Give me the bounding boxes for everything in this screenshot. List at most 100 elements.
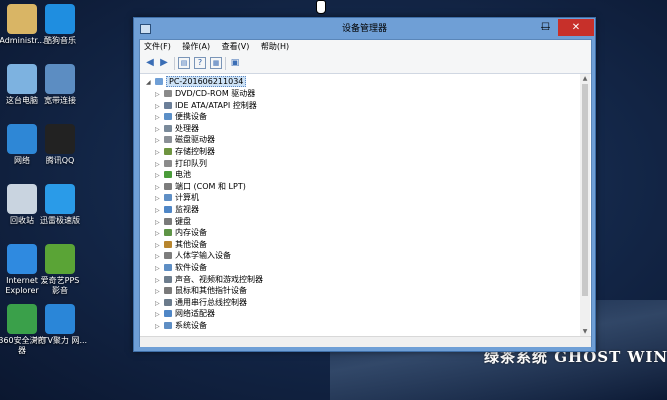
tree-node-label: 便携设备: [175, 112, 207, 122]
menu-help[interactable]: 帮助(H): [261, 42, 289, 51]
expand-arrow-icon[interactable]: ▷: [155, 321, 164, 332]
desktop-icon-thunder[interactable]: 迅雷极速版: [32, 184, 88, 226]
expand-arrow-icon[interactable]: ▷: [155, 89, 164, 100]
computer-icon: [164, 194, 172, 202]
tree-node-label: 电池: [175, 170, 191, 180]
menu-view[interactable]: 查看(V): [222, 42, 250, 51]
tree-node[interactable]: ▷ 磁盘驱动器: [155, 134, 215, 145]
desktop-icon-label: PPTV聚力 网...: [32, 336, 88, 345]
tree-node[interactable]: ▷ 系统设备: [155, 320, 207, 331]
tree-node-label: 内存设备: [175, 228, 207, 238]
tree-node[interactable]: ▷ 端口 (COM 和 LPT): [155, 181, 246, 192]
expand-arrow-icon[interactable]: ▷: [155, 182, 164, 193]
tree-node[interactable]: ▷ 存储控制器: [155, 146, 215, 157]
expand-arrow-icon[interactable]: ▷: [155, 124, 164, 135]
tree-node[interactable]: ▷ 声音、视频和游戏控制器: [155, 274, 263, 285]
desktop-icon-pptv[interactable]: PPTV聚力 网...: [32, 304, 88, 346]
window-client-area: 文件(F) 操作(A) 查看(V) 帮助(H) ◀ ▶ ▤ ? ▦ ▣ ◢ PC-…: [139, 39, 592, 347]
tree-node-label: 计算机: [175, 193, 199, 203]
forward-icon[interactable]: ▶: [158, 57, 170, 69]
usb-icon: [164, 298, 172, 306]
port-icon: [164, 182, 172, 190]
battery-icon: [164, 171, 172, 179]
mouse-cursor-icon: [316, 0, 326, 14]
device-manager-window[interactable]: 设备管理器 — ☐ ✕ 文件(F) 操作(A) 查看(V) 帮助(H) ◀ ▶ …: [133, 17, 596, 352]
expand-arrow-icon[interactable]: ▷: [155, 286, 164, 297]
tree-root-label: PC-201606211034: [166, 76, 247, 87]
tree-node[interactable]: ▷ 通用串行总线控制器: [155, 297, 247, 308]
expand-arrow-icon[interactable]: ▷: [155, 205, 164, 216]
back-icon[interactable]: ◀: [144, 57, 156, 69]
properties-icon[interactable]: ▤: [178, 57, 190, 69]
tree-node[interactable]: ▷ 内存设备: [155, 227, 207, 238]
keyboard-icon: [164, 217, 172, 225]
expand-arrow-icon[interactable]: ▷: [155, 101, 164, 112]
tree-node[interactable]: ▷ 计算机: [155, 192, 199, 203]
collapse-arrow-icon[interactable]: ◢: [146, 77, 155, 88]
expand-arrow-icon[interactable]: ▷: [155, 263, 164, 274]
desktop-icon-kugou[interactable]: 酷狗音乐: [32, 4, 88, 46]
close-button[interactable]: ✕: [558, 19, 594, 36]
network-adapter-icon: [164, 310, 172, 318]
expand-arrow-icon[interactable]: ▷: [155, 147, 164, 158]
scrollbar-thumb[interactable]: [582, 84, 588, 296]
vertical-scrollbar[interactable]: ▲ ▼: [580, 74, 590, 336]
tree-node-label: 处理器: [175, 123, 199, 133]
tree-node-label: 其他设备: [175, 239, 207, 249]
thunder-icon: [45, 184, 75, 214]
tree-node[interactable]: ▷ 监视器: [155, 204, 199, 215]
tree-node-label: 网络适配器: [175, 309, 215, 319]
expand-arrow-icon[interactable]: ▷: [155, 228, 164, 239]
expand-arrow-icon[interactable]: ▷: [155, 240, 164, 251]
tree-root-node[interactable]: ◢ PC-201606211034: [146, 76, 247, 88]
tree-node[interactable]: ▷ 其他设备: [155, 239, 207, 250]
expand-arrow-icon[interactable]: ▷: [155, 112, 164, 123]
expand-arrow-icon[interactable]: ▷: [155, 170, 164, 181]
expand-arrow-icon[interactable]: ▷: [155, 298, 164, 309]
memory-icon: [164, 229, 172, 237]
tree-node-label: IDE ATA/ATAPI 控制器: [175, 100, 257, 110]
tree-node[interactable]: ▷ 打印队列: [155, 158, 207, 169]
title-bar[interactable]: 设备管理器: [134, 18, 595, 39]
maximize-button[interactable]: ☐: [533, 19, 558, 36]
system-device-icon: [164, 322, 172, 329]
desktop-icon-qq[interactable]: 腾讯QQ: [32, 124, 88, 166]
expand-arrow-icon[interactable]: ▷: [155, 309, 164, 320]
desktop-icon-label: 爱奇艺PPS 影音: [40, 276, 80, 295]
tree-node[interactable]: ▷ 鼠标和其他指针设备: [155, 285, 247, 296]
mouse-icon: [164, 287, 172, 295]
menu-action[interactable]: 操作(A): [182, 42, 210, 51]
tree-node[interactable]: ▷ 便携设备: [155, 111, 207, 122]
tree-node[interactable]: ▷ 电池: [155, 169, 191, 180]
expand-arrow-icon[interactable]: ▷: [155, 217, 164, 228]
sound-icon: [164, 275, 172, 283]
desktop-icon-pps[interactable]: 爱奇艺PPS 影音: [32, 244, 88, 296]
menu-file[interactable]: 文件(F): [144, 42, 171, 51]
processor-icon: [164, 124, 172, 132]
disk-drive-icon: [164, 136, 172, 144]
expand-arrow-icon[interactable]: ▷: [155, 159, 164, 170]
expand-arrow-icon[interactable]: ▷: [155, 135, 164, 146]
tree-node[interactable]: ▷ 处理器: [155, 123, 199, 134]
desktop-icon-label: 腾讯QQ: [45, 156, 75, 165]
software-device-icon: [164, 264, 172, 271]
desktop-icon-broadband[interactable]: 宽带连接: [32, 64, 88, 106]
tree-node[interactable]: ▷ 软件设备: [155, 262, 207, 273]
scroll-up-icon[interactable]: ▲: [580, 74, 590, 83]
tree-node-label: DVD/CD-ROM 驱动器: [175, 89, 256, 98]
tree-node[interactable]: ▷ 键盘: [155, 216, 191, 227]
tree-node[interactable]: ▷ IDE ATA/ATAPI 控制器: [155, 100, 257, 111]
desktop-icon-label: 宽带连接: [44, 96, 76, 105]
expand-arrow-icon[interactable]: ▷: [155, 251, 164, 262]
tree-node[interactable]: ▷ DVD/CD-ROM 驱动器: [155, 88, 255, 99]
ide-controller-icon: [164, 101, 172, 109]
expand-arrow-icon[interactable]: ▷: [155, 275, 164, 286]
tree-node[interactable]: ▷ 人体学输入设备: [155, 250, 231, 261]
scroll-down-icon[interactable]: ▼: [580, 327, 590, 336]
device-view-icon[interactable]: ▦: [210, 57, 222, 69]
tree-node[interactable]: ▷ 网络适配器: [155, 308, 215, 319]
dvd-drive-icon: [164, 90, 172, 97]
help-icon[interactable]: ?: [194, 57, 206, 69]
expand-arrow-icon[interactable]: ▷: [155, 193, 164, 204]
monitor-icon[interactable]: ▣: [229, 57, 241, 69]
